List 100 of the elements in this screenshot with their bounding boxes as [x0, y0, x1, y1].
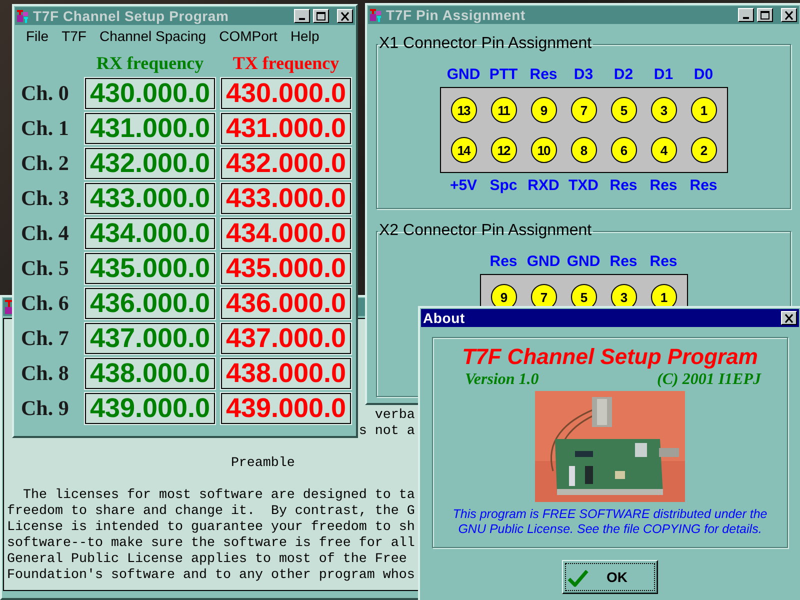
- document-line: The licenses for most software are designed to ta: [22, 488, 415, 504]
- minimize-icon: [743, 17, 749, 19]
- tx-frequency-field[interactable]: 436.000.0: [221, 288, 351, 319]
- pin-label: PTT: [488, 65, 519, 85]
- connector-pin: 13: [450, 97, 476, 123]
- pin-label: TXD: [568, 176, 600, 196]
- document-line: verba: [374, 408, 415, 424]
- app-icon: [17, 10, 30, 22]
- maximize-icon: [316, 12, 326, 20]
- rx-frequency-field[interactable]: 436.000.0: [85, 288, 215, 319]
- channel-label: Ch. 3: [20, 186, 69, 211]
- rx-frequency-field[interactable]: 437.000.0: [85, 323, 215, 354]
- minimize-button[interactable]: [294, 9, 310, 23]
- version-text: Version 1.0: [465, 371, 539, 389]
- tx-frequency-field[interactable]: 438.000.0: [221, 358, 351, 389]
- tx-frequency-field[interactable]: 430.000.0: [221, 78, 351, 109]
- minimize-icon: [299, 18, 305, 20]
- license-notice: This program is FREE SOFTWARE distributed under the: [452, 507, 768, 522]
- minimize-button[interactable]: [738, 8, 754, 22]
- rx-frequency-field[interactable]: 432.000.0: [85, 148, 215, 179]
- rx-frequency-field[interactable]: 431.000.0: [85, 113, 215, 144]
- rx-frequency-field[interactable]: 439.000.0: [85, 393, 215, 424]
- pin-label: GND: [446, 65, 482, 85]
- document-line: software--to make sure the software is free for all: [7, 536, 415, 552]
- channel-label: Ch. 2: [20, 151, 69, 176]
- connector-pin: 4: [650, 137, 676, 163]
- rx-frequency-field[interactable]: 430.000.0: [85, 78, 215, 109]
- pin-label: Res: [648, 252, 678, 272]
- connector-pin: 9: [530, 97, 556, 123]
- pin-label: GND: [526, 252, 562, 272]
- connector-pin: 3: [650, 97, 676, 123]
- tx-frequency-field[interactable]: 432.000.0: [221, 148, 351, 179]
- document-line: freedom to share and change it. By contrast, the G: [7, 504, 415, 520]
- channel-label: Ch. 9: [20, 396, 69, 421]
- connector-pin: 10: [530, 137, 556, 163]
- license-notice: GNU Public License. See the file COPYING for details.: [457, 522, 763, 537]
- column-header: TX frequency: [232, 52, 340, 74]
- window-title: T7F Pin Assignment: [386, 7, 526, 23]
- maximize-button[interactable]: [313, 9, 329, 23]
- window-title: T7F Channel Setup Program: [33, 8, 230, 24]
- connector-pin: 11: [490, 97, 516, 123]
- connector-pin: 8: [570, 137, 596, 163]
- pin-label: Res: [688, 176, 718, 196]
- tx-frequency-field[interactable]: 434.000.0: [221, 218, 351, 249]
- group-title: X1 Connector Pin Assignment: [378, 35, 593, 53]
- menu-item[interactable]: Help: [290, 28, 320, 44]
- rx-frequency-field[interactable]: 433.000.0: [85, 183, 215, 214]
- connector-pin: 6: [610, 137, 636, 163]
- channel-label: Ch. 4: [20, 221, 69, 246]
- close-icon: [784, 10, 794, 20]
- rx-frequency-field[interactable]: 434.000.0: [85, 218, 215, 249]
- check-icon: [567, 568, 589, 588]
- column-header: RX frequency: [95, 52, 205, 74]
- maximize-icon: [760, 10, 770, 20]
- window-title: About: [423, 310, 466, 326]
- tx-frequency-field[interactable]: 437.000.0: [221, 323, 351, 354]
- close-button[interactable]: [781, 311, 797, 325]
- menu-item[interactable]: COMPort: [219, 28, 278, 44]
- program-name: T7F Channel Setup Program: [462, 344, 758, 370]
- rx-frequency-field[interactable]: 435.000.0: [85, 253, 215, 284]
- copyright-text: (C) 2001 I1EPJ: [657, 371, 761, 389]
- pin-label: Res: [488, 252, 518, 272]
- menu-item[interactable]: File: [26, 28, 49, 44]
- document-line: General Public License applies to most of the Free: [7, 552, 407, 568]
- connector-pin: 12: [490, 137, 516, 163]
- maximize-button[interactable]: [757, 8, 773, 22]
- close-button[interactable]: [337, 9, 353, 23]
- connector-pin: 14: [450, 137, 476, 163]
- document-heading: Preamble: [230, 456, 295, 472]
- pin-label: D0: [692, 65, 714, 85]
- channel-label: Ch. 6: [20, 291, 69, 316]
- pin-label: Res: [648, 176, 678, 196]
- app-icon: [370, 8, 383, 22]
- tx-frequency-field[interactable]: 433.000.0: [221, 183, 351, 214]
- tx-frequency-field[interactable]: 435.000.0: [221, 253, 351, 284]
- pin-label: Res: [528, 65, 558, 85]
- connector-pin: 7: [570, 97, 596, 123]
- close-icon: [784, 314, 794, 322]
- document-line: License is intended to guarantee your freedom to sh: [7, 520, 415, 536]
- pin-label: +5V: [448, 176, 478, 196]
- pin-label: Spc: [488, 176, 518, 196]
- close-button[interactable]: [781, 8, 797, 22]
- tx-frequency-field[interactable]: 431.000.0: [221, 113, 351, 144]
- document-line: Foundation's software and to any other program whos: [7, 568, 415, 584]
- menu-item[interactable]: T7F: [62, 28, 86, 44]
- channel-label: Ch. 8: [20, 361, 69, 386]
- pin-label: D1: [652, 65, 674, 85]
- channel-label: Ch. 7: [20, 326, 69, 351]
- ok-button[interactable]: OK: [562, 560, 658, 594]
- channel-label: Ch. 1: [20, 116, 69, 141]
- tx-frequency-field[interactable]: 439.000.0: [221, 393, 351, 424]
- connector-pin: 5: [610, 97, 636, 123]
- rx-frequency-field[interactable]: 438.000.0: [85, 358, 215, 389]
- pin-label: Res: [608, 252, 638, 272]
- document-line: s not a: [358, 424, 415, 440]
- connector-pin: 1: [690, 97, 716, 123]
- channel-label: Ch. 0: [20, 81, 69, 106]
- pin-label: Res: [608, 176, 638, 196]
- close-icon: [340, 12, 350, 20]
- menu-item[interactable]: Channel Spacing: [99, 28, 206, 44]
